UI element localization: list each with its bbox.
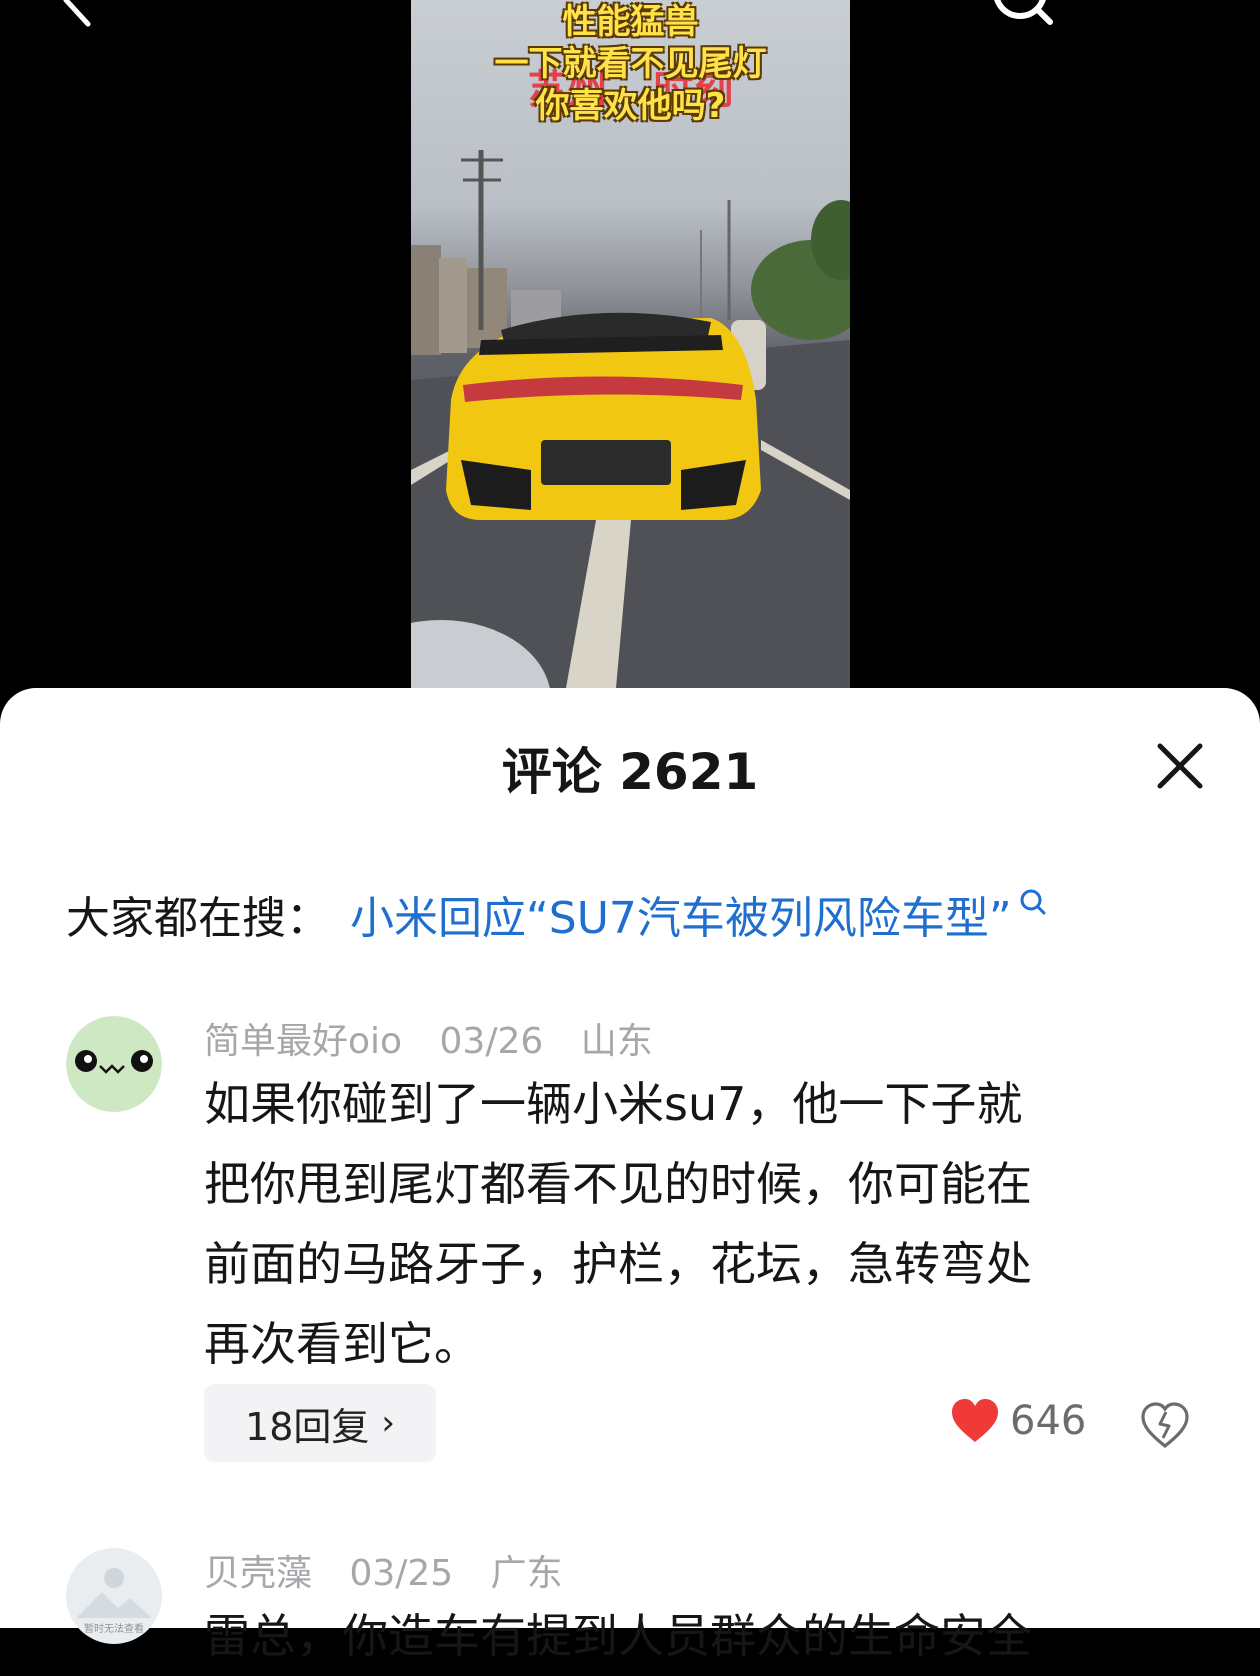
view-replies-button[interactable]: 18回复 › bbox=[204, 1384, 436, 1462]
comment-panel-title: 评论 2621 bbox=[501, 743, 759, 801]
comment-location: 广东 bbox=[490, 1553, 563, 1594]
comment-location: 山东 bbox=[580, 1021, 653, 1062]
video-frame: 苏州...时刻 性能猛兽 一下就看不见尾灯 你喜欢他吗? bbox=[411, 0, 850, 688]
comment-line: 如果你碰到了一辆小米su7，他一下子就 bbox=[204, 1077, 1023, 1131]
like-button[interactable]: 646 bbox=[950, 1398, 1086, 1444]
comment-line: 雷总，你造车有提到人员群众的生命安全 bbox=[204, 1609, 1032, 1663]
search-icon[interactable] bbox=[982, 0, 1062, 38]
comment-meta: 简单最好oio 03/26 山东 bbox=[204, 1020, 679, 1064]
comment-line: 再次看到它。 bbox=[204, 1317, 480, 1371]
comment-username[interactable]: 贝壳藻 bbox=[204, 1553, 312, 1594]
hot-search-label: 大家都在搜： bbox=[66, 893, 330, 944]
video-overlay-line-2: 一下就看不见尾灯 bbox=[494, 44, 767, 84]
video-player[interactable]: 苏州...时刻 性能猛兽 一下就看不见尾灯 你喜欢他吗? bbox=[0, 0, 1260, 700]
more-options-icon[interactable] bbox=[1146, 0, 1216, 6]
view-replies-label: 18回复 bbox=[245, 1404, 370, 1449]
avatar[interactable]: 暂时无法查看 bbox=[66, 1548, 162, 1644]
comment-panel: 评论 2621 大家都在搜： 小米回应“SU7汽车被列风险车型” 简单最好oio… bbox=[0, 688, 1260, 1663]
broken-heart-icon[interactable] bbox=[1140, 1402, 1190, 1450]
chevron-right-icon: › bbox=[381, 1403, 395, 1443]
comment-meta: 贝壳藻 03/25 广东 bbox=[204, 1552, 589, 1596]
hot-search-bar: 大家都在搜： 小米回应“SU7汽车被列风险车型” bbox=[66, 884, 1050, 944]
back-arrow-icon[interactable] bbox=[52, 0, 108, 28]
comment-body[interactable]: 雷总，你造车有提到人员群众的生命安全 bbox=[204, 1596, 1184, 1676]
video-overlay-line-3: 你喜欢他吗? bbox=[535, 86, 726, 126]
comment-line: 把你甩到尾灯都看不见的时候，你可能在 bbox=[204, 1157, 1032, 1211]
comment-body[interactable]: 如果你碰到了一辆小米su7，他一下子就 把你甩到尾灯都看不见的时候，你可能在 前… bbox=[204, 1064, 1184, 1384]
heart-filled-icon bbox=[952, 1399, 998, 1442]
hot-search-link[interactable]: 小米回应“SU7汽车被列风险车型” bbox=[350, 882, 1012, 946]
comment-line: 前面的马路牙子，护栏，花坛，急转弯处 bbox=[204, 1237, 1032, 1291]
like-count: 646 bbox=[1010, 1398, 1087, 1444]
comment-username[interactable]: 简单最好oio bbox=[204, 1021, 402, 1062]
close-icon[interactable] bbox=[1152, 738, 1208, 794]
video-overlay-line-1: 性能猛兽 bbox=[562, 2, 699, 42]
avatar-face-icon bbox=[66, 1016, 162, 1112]
avatar[interactable] bbox=[66, 1016, 162, 1112]
search-icon[interactable] bbox=[1016, 886, 1050, 920]
comment-date: 03/26 bbox=[439, 1021, 544, 1062]
comment-date: 03/25 bbox=[349, 1553, 454, 1594]
